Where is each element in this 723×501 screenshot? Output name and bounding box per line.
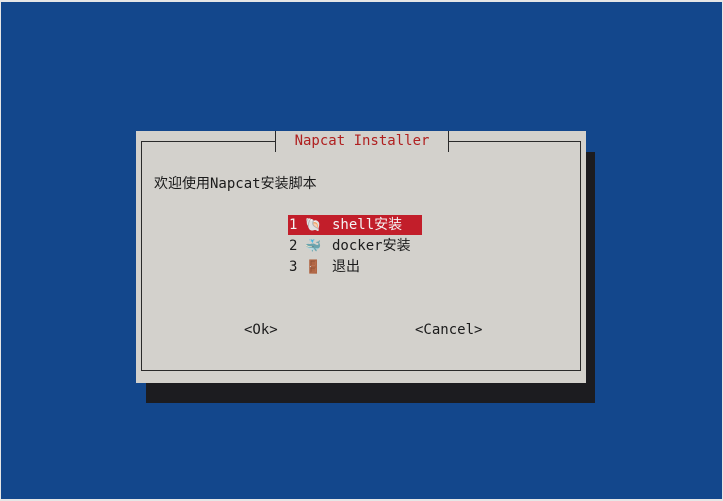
menu-item-shell[interactable]: 1 🐚 shell安装 bbox=[288, 215, 422, 235]
menu-item-label: shell安装 bbox=[332, 217, 403, 233]
dialog-prompt: 欢迎使用Napcat安装脚本 bbox=[154, 176, 317, 192]
terminal-background: Napcat Installer 欢迎使用Napcat安装脚本 1 🐚 shell安… bbox=[1, 2, 722, 499]
shell-icon: 🐚 bbox=[305, 218, 322, 233]
menu-item-number: 1 bbox=[289, 217, 298, 233]
menu-item-number: 2 bbox=[289, 238, 298, 254]
door-icon: 🚪 bbox=[305, 260, 322, 275]
dialog-title: Napcat Installer bbox=[275, 131, 449, 152]
ok-button[interactable]: <Ok> bbox=[244, 320, 278, 340]
whale-icon: 🐳 bbox=[305, 239, 322, 254]
menu-item-number: 3 bbox=[289, 259, 298, 275]
menu-item-docker[interactable]: 2 🐳 docker安装 bbox=[288, 236, 413, 256]
menu-item-exit[interactable]: 3 🚪 退出 bbox=[288, 257, 362, 277]
menu-item-label: 退出 bbox=[332, 259, 360, 275]
installer-dialog: Napcat Installer 欢迎使用Napcat安装脚本 1 🐚 shell安… bbox=[136, 131, 586, 383]
menu-item-label: docker安装 bbox=[332, 238, 411, 254]
cancel-button[interactable]: <Cancel> bbox=[415, 320, 482, 340]
